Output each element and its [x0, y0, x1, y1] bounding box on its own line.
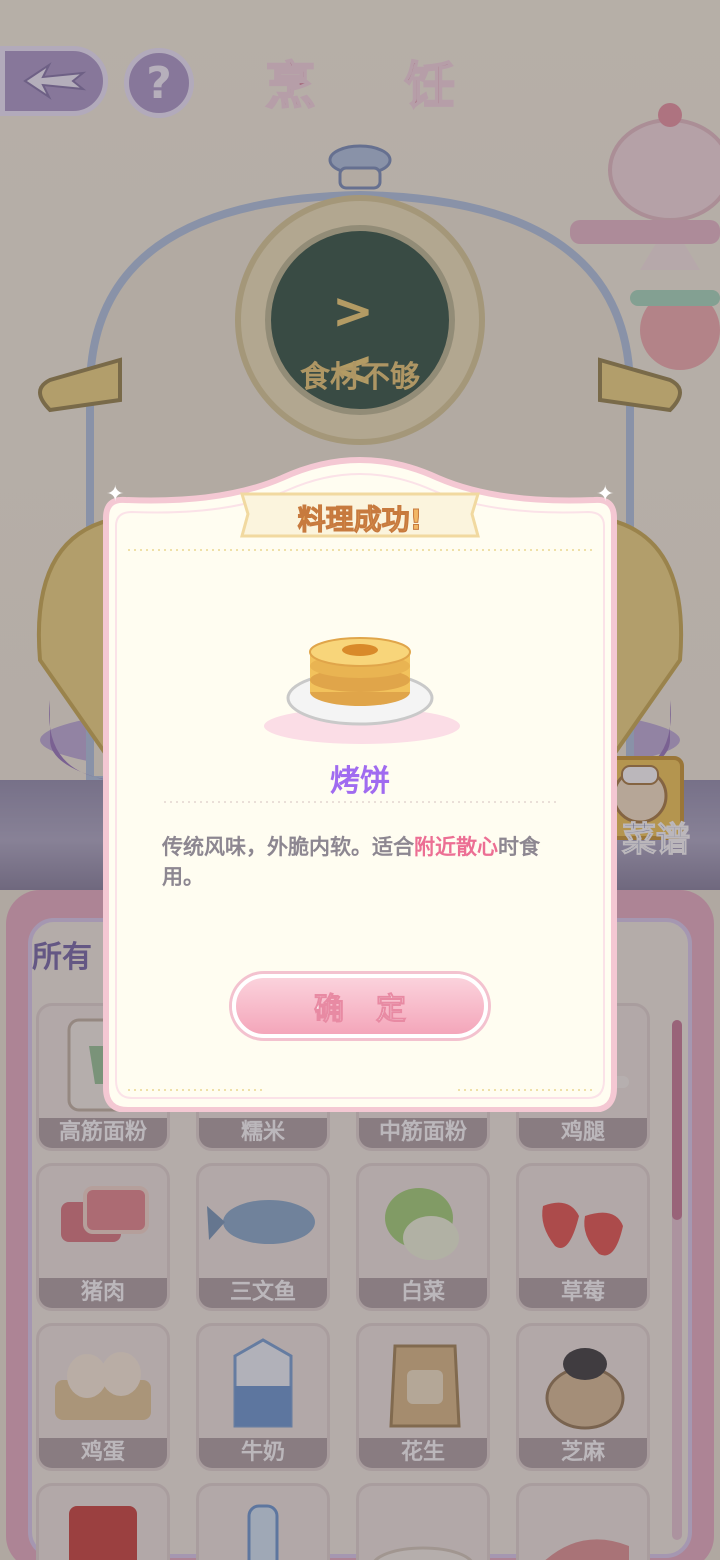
confirm-button[interactable]: 确定	[232, 974, 488, 1038]
desc-highlight: 附近散心	[414, 835, 498, 859]
desc-text: 传统风味，外脆内软。适合	[162, 835, 414, 859]
dialog-title: 料理成功!	[297, 503, 423, 537]
food-description: 传统风味，外脆内软。适合附近散心时食用。	[162, 832, 562, 892]
pancake-plate-icon	[264, 637, 460, 744]
confirm-label: 确定	[314, 992, 438, 1028]
food-name: 烤饼	[330, 764, 390, 799]
